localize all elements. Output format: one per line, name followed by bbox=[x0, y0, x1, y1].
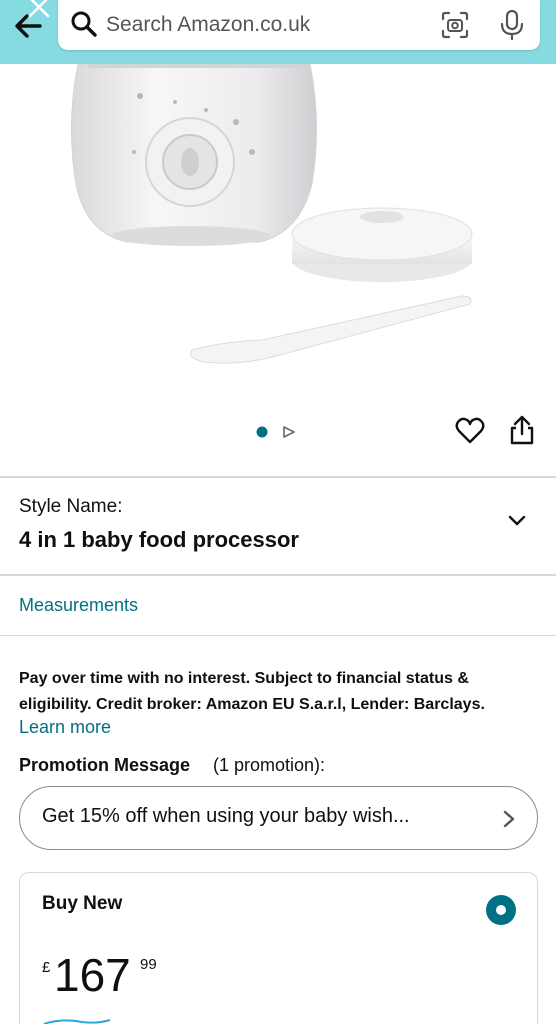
promotion-title: Promotion Message bbox=[19, 755, 191, 775]
measurements-link[interactable]: Measurements bbox=[19, 595, 138, 616]
camera-lens-icon[interactable] bbox=[440, 10, 470, 40]
chevron-right-icon bbox=[503, 810, 515, 828]
style-value: 4 in 1 baby food processor bbox=[19, 527, 299, 552]
buy-new-title: Buy New bbox=[42, 893, 123, 914]
promotion-count: (1 promotion): bbox=[213, 755, 326, 775]
close-icon[interactable] bbox=[26, 0, 52, 20]
section-divider bbox=[0, 476, 556, 478]
search-icon bbox=[71, 11, 97, 37]
search-input[interactable] bbox=[106, 8, 426, 42]
section-divider bbox=[0, 574, 556, 576]
buy-new-option[interactable]: Buy New £ 167 99 bbox=[19, 872, 538, 1024]
image-carousel-indicator[interactable] bbox=[254, 424, 304, 440]
share-icon[interactable] bbox=[507, 414, 537, 446]
section-divider bbox=[0, 635, 556, 636]
price-currency: £ bbox=[42, 959, 51, 976]
promotion-button[interactable]: Get 15% off when using your baby wish... bbox=[19, 786, 538, 850]
price-fraction: 99 bbox=[140, 956, 157, 973]
style-label: Style Name: bbox=[19, 496, 123, 517]
header-bar bbox=[0, 0, 556, 64]
search-box[interactable] bbox=[58, 0, 540, 50]
buy-new-radio[interactable] bbox=[486, 895, 516, 925]
product-image[interactable] bbox=[0, 64, 556, 414]
price-whole: 167 bbox=[54, 949, 131, 1001]
chevron-down-icon[interactable] bbox=[505, 508, 529, 532]
learn-more-link[interactable]: Learn more bbox=[19, 717, 111, 738]
promotion-text: Get 15% off when using your baby wish... bbox=[42, 805, 410, 827]
microphone-icon[interactable] bbox=[498, 9, 526, 41]
carousel-dot-active bbox=[256, 426, 268, 438]
video-play-icon bbox=[283, 426, 295, 438]
heart-icon[interactable] bbox=[455, 416, 485, 446]
radio-selected-dot bbox=[496, 905, 506, 915]
finance-message: Pay over time with no interest. Subject … bbox=[19, 670, 485, 713]
prime-logo bbox=[43, 1019, 111, 1024]
